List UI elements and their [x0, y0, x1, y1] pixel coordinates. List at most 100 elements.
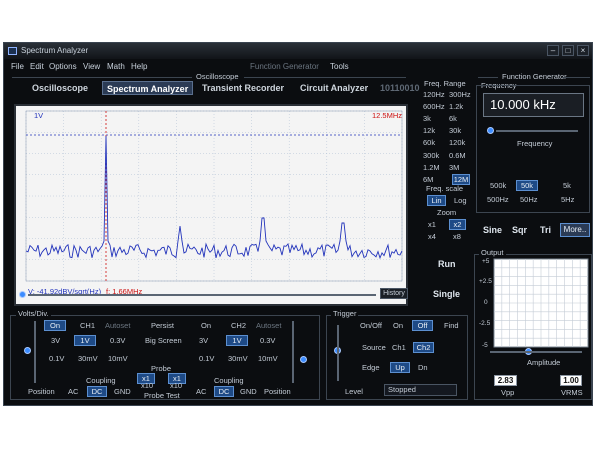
ch2-position-knob[interactable]	[300, 356, 307, 363]
wave-sine-button[interactable]: Sine	[483, 225, 502, 235]
run-button[interactable]: Run	[438, 259, 456, 269]
preset-500hz[interactable]: 500Hz	[487, 195, 509, 204]
freq-range-option[interactable]: 1.2k	[449, 102, 463, 111]
freq-range-option[interactable]: 6k	[449, 114, 457, 123]
preset-50k[interactable]: 50k	[516, 180, 538, 191]
menu-view[interactable]: View	[83, 62, 100, 71]
volts-div-label: Volts/Div.	[16, 309, 51, 318]
ch2-10mv[interactable]: 10mV	[258, 354, 278, 363]
ch1-1v[interactable]: 1V	[74, 335, 96, 346]
ch2-on-label[interactable]: On	[201, 321, 211, 330]
zoom-x2[interactable]: x2	[449, 219, 466, 230]
ch2-03v[interactable]: 0.3V	[260, 336, 275, 345]
ch2-01v[interactable]: 0.1V	[199, 354, 214, 363]
trigger-edge-label: Edge	[362, 363, 380, 372]
preset-50hz[interactable]: 50Hz	[520, 195, 538, 204]
trigger-edge-dn[interactable]: Dn	[418, 363, 428, 372]
freq-range-option[interactable]: 600Hz	[423, 102, 445, 111]
ch1-30mv[interactable]: 30mV	[78, 354, 98, 363]
single-button[interactable]: Single	[433, 289, 460, 299]
close-button[interactable]: ×	[577, 45, 589, 56]
trigger-source-ch1[interactable]: Ch1	[392, 343, 406, 352]
ch1-on-button[interactable]: On	[44, 320, 66, 331]
zoom-x4[interactable]: x4	[428, 232, 436, 241]
big-screen-button[interactable]: Big Screen	[145, 336, 182, 345]
freq-range-option[interactable]: 6M	[423, 175, 433, 184]
tab-spectrum-analyzer[interactable]: Spectrum Analyzer	[102, 81, 194, 95]
freq-range-option[interactable]: 60k	[423, 138, 435, 147]
persist-label[interactable]: Persist	[151, 321, 174, 330]
freq-scale-lin[interactable]: Lin	[427, 195, 446, 206]
probe-ch2-x10[interactable]: x10	[170, 381, 182, 390]
freq-scale-log[interactable]: Log	[454, 196, 467, 205]
freq-range-option[interactable]: 12k	[423, 126, 435, 135]
history-button[interactable]: History	[380, 288, 408, 299]
freq-range-option[interactable]: 300Hz	[449, 90, 471, 99]
ch2-1v[interactable]: 1V	[226, 335, 248, 346]
menu-edit[interactable]: Edit	[30, 62, 44, 71]
ch2-coupling-dc[interactable]: DC	[214, 386, 234, 397]
ch2-autoset-button[interactable]: Autoset	[256, 321, 281, 330]
tab-oscilloscope[interactable]: Oscilloscope	[28, 81, 92, 95]
tab-circuit-analyzer[interactable]: Circuit Analyzer	[296, 81, 372, 95]
menu-tools[interactable]: Tools	[330, 62, 349, 71]
menu-file[interactable]: File	[11, 62, 24, 71]
ch1-coupling-label: Coupling	[86, 376, 116, 385]
display-scroll-knob[interactable]	[19, 291, 26, 298]
freq-range-option[interactable]: 3M	[449, 163, 459, 172]
menu-help[interactable]: Help	[131, 62, 147, 71]
wave-square-button[interactable]: Sqr	[512, 225, 527, 235]
frequency-display[interactable]: 10.000 kHz	[483, 93, 584, 117]
ch2-coupling-gnd[interactable]: GND	[240, 387, 257, 396]
zoom-x8[interactable]: x8	[453, 232, 461, 241]
freq-range-option[interactable]: 120Hz	[423, 90, 445, 99]
ch2-coupling-label: Coupling	[214, 376, 244, 385]
wave-triangle-button[interactable]: Tri	[540, 225, 551, 235]
ch2-30mv[interactable]: 30mV	[228, 354, 248, 363]
ch1-03v[interactable]: 0.3V	[110, 336, 125, 345]
freq-range-option[interactable]: 12M	[452, 173, 470, 185]
ch2-label: CH2	[231, 321, 247, 330]
ch1-10mv[interactable]: 10mV	[108, 354, 128, 363]
preset-5k[interactable]: 5k	[563, 181, 571, 190]
trigger-source-ch2[interactable]: Ch2	[413, 342, 434, 353]
ch1-autoset-button[interactable]: Autoset	[105, 321, 130, 330]
ch1-3v[interactable]: 3V	[51, 336, 60, 345]
output-y-tick: -5	[482, 342, 488, 349]
zoom-x1[interactable]: x1	[428, 220, 436, 229]
ch1-position-knob[interactable]	[24, 347, 31, 354]
trigger-edge-up[interactable]: Up	[390, 362, 410, 373]
freq-range-option[interactable]: 300k	[423, 151, 439, 160]
tab-binary[interactable]: 10110010	[376, 81, 424, 95]
preset-5hz[interactable]: 5Hz	[561, 195, 574, 204]
ch1-label: CH1	[80, 321, 96, 330]
menu-math[interactable]: Math	[107, 62, 125, 71]
probe-test-button[interactable]: Probe Test	[144, 391, 180, 400]
maximize-button[interactable]: □	[562, 45, 574, 56]
wave-more-button[interactable]: More..	[560, 223, 590, 237]
minimize-button[interactable]: –	[547, 45, 559, 56]
ch2-coupling-ac[interactable]: AC	[196, 387, 206, 396]
probe-ch1-x10[interactable]: x10	[141, 381, 153, 390]
output-y-tick: +2.5	[479, 278, 492, 285]
freq-range-option[interactable]: 0.6M	[449, 151, 466, 160]
ch2-3v[interactable]: 3V	[199, 336, 208, 345]
frequency-slider-knob[interactable]	[487, 127, 494, 134]
preset-500k[interactable]: 500k	[490, 181, 506, 190]
menu-options[interactable]: Options	[49, 62, 77, 71]
ch1-coupling-dc[interactable]: DC	[87, 386, 107, 397]
ch1-01v[interactable]: 0.1V	[49, 354, 64, 363]
ch1-coupling-ac[interactable]: AC	[68, 387, 78, 396]
trigger-off[interactable]: Off	[412, 320, 433, 331]
freq-range-option[interactable]: 3k	[423, 114, 431, 123]
trigger-find-button[interactable]: Find	[444, 321, 459, 330]
freq-range-option[interactable]: 120k	[449, 138, 465, 147]
tab-transient-recorder[interactable]: Transient Recorder	[198, 81, 288, 95]
freq-range-option[interactable]: 30k	[449, 126, 461, 135]
app-window: Spectrum Analyzer – □ × File Edit Option…	[3, 42, 593, 406]
trigger-on[interactable]: On	[393, 321, 403, 330]
ch1-coupling-gnd[interactable]: GND	[114, 387, 131, 396]
freq-range-option[interactable]: 1.2M	[423, 163, 440, 172]
output-y-tick: 0	[484, 299, 488, 306]
spectrum-display[interactable]: 1V 12.5MHz V: -41.92dBV/sqrt(Hz) f: 1.66…	[14, 104, 408, 306]
